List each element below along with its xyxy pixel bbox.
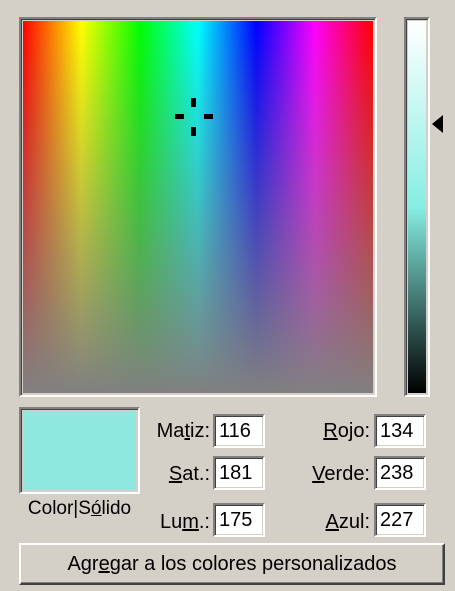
luminance-gradient[interactable]	[408, 21, 426, 393]
lum-label: Lum.:	[150, 511, 210, 534]
triangle-left-icon[interactable]	[432, 115, 443, 133]
luminance-bar[interactable]	[404, 17, 430, 397]
blue-input[interactable]	[374, 503, 426, 537]
sat-label-post: at.:	[182, 463, 210, 485]
red-label-accel: R	[323, 420, 338, 442]
solid-color-label: Color|Sólido	[19, 498, 140, 520]
color-spectrum[interactable]	[19, 17, 377, 397]
color-spectrum-gradient[interactable]	[23, 21, 373, 393]
sat-label-accel: S	[168, 463, 183, 485]
solid-color-swatch	[19, 407, 140, 494]
lum-input[interactable]	[213, 503, 265, 537]
hue-label: Matiz:	[150, 420, 210, 443]
blue-label-post: zul:	[338, 511, 370, 533]
solid-color-label-pre: Color|S	[27, 498, 91, 519]
solid-color-label-accel: ó	[90, 498, 102, 519]
lum-label-pre: Lu	[159, 511, 183, 533]
solid-color-label-post: lido	[101, 498, 132, 519]
sat-input[interactable]	[213, 456, 265, 490]
hue-label-post: iz:	[190, 420, 210, 442]
add-button-label-post: gar a los colores personalizados	[109, 553, 397, 575]
hue-input[interactable]	[213, 414, 265, 448]
blue-label: Azul:	[290, 511, 370, 534]
red-input[interactable]	[374, 414, 426, 448]
lum-label-accel: m	[182, 511, 199, 533]
add-to-custom-colors-button[interactable]: Agregar a los colores personalizados	[19, 543, 445, 585]
hue-label-pre: Ma	[156, 420, 185, 442]
green-label-accel: V	[312, 463, 325, 485]
color-picker-dialog: Color|Sólido Matiz: Sat.: Lum.: Rojo: Ve…	[0, 0, 455, 591]
red-label-post: ojo:	[337, 420, 370, 442]
red-label: Rojo:	[290, 420, 370, 443]
solid-color-fill	[23, 411, 136, 490]
sat-label: Sat.:	[150, 463, 210, 486]
add-button-label-pre: Agr	[67, 553, 99, 575]
blue-label-accel: A	[325, 511, 339, 533]
green-input[interactable]	[374, 456, 426, 490]
crosshair-icon[interactable]	[174, 97, 214, 137]
add-button-label-accel: e	[98, 553, 110, 575]
green-label: Verde:	[290, 463, 370, 486]
green-label-post: erde:	[324, 463, 370, 485]
lum-label-post: .:	[198, 511, 210, 533]
